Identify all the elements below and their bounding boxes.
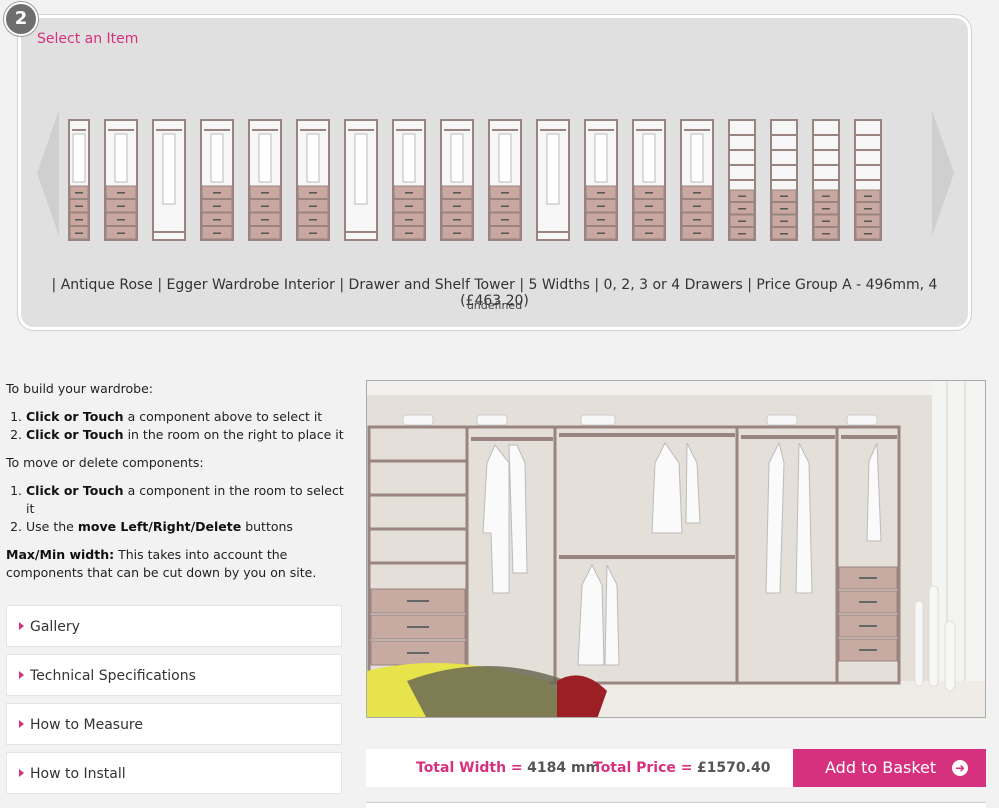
carousel-item[interactable] bbox=[296, 119, 330, 241]
carousel-item[interactable] bbox=[728, 119, 756, 241]
carousel-item[interactable] bbox=[344, 119, 378, 241]
add-to-basket-button[interactable]: Add to Basket ➜ bbox=[793, 749, 986, 787]
carousel-next-arrow-icon[interactable] bbox=[932, 110, 954, 236]
carousel-items bbox=[68, 119, 882, 241]
build-step-1: Click or Touch a component above to sele… bbox=[26, 408, 351, 426]
vase bbox=[928, 585, 939, 687]
carousel-item[interactable] bbox=[152, 119, 186, 241]
carousel-item[interactable] bbox=[440, 119, 474, 241]
build-heading: To build your wardrobe: bbox=[6, 381, 154, 396]
accordion-gallery[interactable]: Gallery bbox=[6, 605, 342, 647]
select-item-title: Select an Item bbox=[37, 31, 139, 47]
selected-item-subtext: undefined bbox=[466, 299, 523, 312]
caret-right-icon bbox=[19, 720, 24, 728]
build-instructions: To build your wardrobe: Click or Touch a… bbox=[6, 380, 351, 592]
room-designer-canvas[interactable] bbox=[366, 380, 986, 718]
build-step-2: Click or Touch in the room on the right … bbox=[26, 426, 351, 444]
accordion-technical-specifications[interactable]: Technical Specifications bbox=[6, 654, 342, 696]
total-price: Total Price = £1570.40 bbox=[593, 760, 771, 776]
carousel-item[interactable] bbox=[770, 119, 798, 241]
move-step-1: Click or Touch a component in the room t… bbox=[26, 482, 351, 518]
accordion-how-to-install[interactable]: How to Install bbox=[6, 752, 342, 794]
vase bbox=[944, 620, 956, 692]
carousel-item[interactable] bbox=[854, 119, 882, 241]
carousel-item[interactable] bbox=[248, 119, 282, 241]
vase bbox=[914, 600, 924, 687]
summary-bar: Total Width = 4184 mm Total Price = £157… bbox=[366, 749, 793, 787]
total-width: Total Width = 4184 mm bbox=[416, 760, 601, 776]
step-number-badge: 2 bbox=[4, 2, 38, 36]
drawers-left bbox=[370, 588, 466, 666]
item-selector-panel: Select an Item | Antique Rose | Egger Wa… bbox=[18, 15, 971, 330]
maxmin-note: Max/Min width: This takes into account t… bbox=[6, 547, 317, 580]
carousel-item[interactable] bbox=[536, 119, 570, 241]
caret-right-icon bbox=[19, 769, 24, 777]
ceiling bbox=[367, 381, 985, 395]
caret-right-icon bbox=[19, 671, 24, 679]
carousel-item[interactable] bbox=[584, 119, 618, 241]
carousel-item[interactable] bbox=[392, 119, 426, 241]
room-illustration bbox=[367, 381, 985, 717]
carousel-item[interactable] bbox=[68, 119, 90, 241]
move-step-2: Use the move Left/Right/Delete buttons bbox=[26, 518, 351, 536]
carousel-prev-arrow-icon[interactable] bbox=[37, 110, 59, 236]
carousel-item[interactable] bbox=[488, 119, 522, 241]
arrow-circle-right-icon: ➜ bbox=[952, 760, 968, 776]
move-heading: To move or delete components: bbox=[6, 455, 204, 470]
build-steps: Click or Touch a component above to sele… bbox=[6, 408, 351, 444]
carousel-item[interactable] bbox=[104, 119, 138, 241]
window bbox=[932, 381, 985, 717]
carousel-item[interactable] bbox=[812, 119, 840, 241]
carousel-item[interactable] bbox=[680, 119, 714, 241]
caret-right-icon bbox=[19, 622, 24, 630]
accordion-how-to-measure[interactable]: How to Measure bbox=[6, 703, 342, 745]
component-carousel bbox=[65, 112, 929, 242]
components-table-edge bbox=[366, 802, 986, 808]
throw bbox=[407, 666, 567, 717]
carousel-item[interactable] bbox=[632, 119, 666, 241]
carousel-item[interactable] bbox=[200, 119, 234, 241]
move-steps: Click or Touch a component in the room t… bbox=[6, 482, 351, 536]
